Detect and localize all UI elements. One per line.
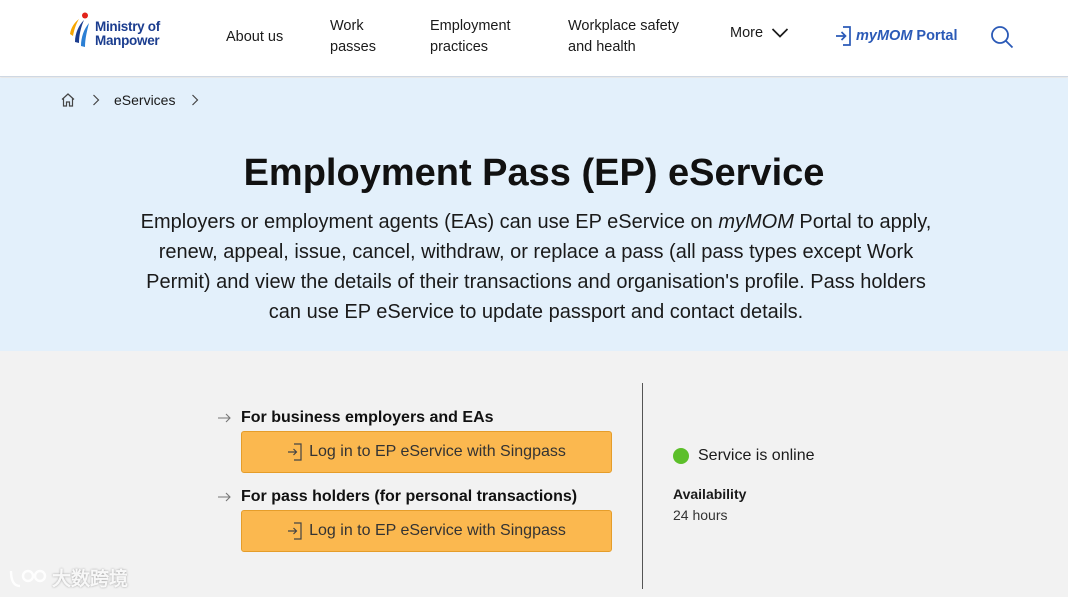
login-icon xyxy=(288,443,302,461)
portal-brand: myMOM xyxy=(856,28,913,44)
employers-label-text: For business employers and EAs xyxy=(241,409,494,426)
status-online-icon xyxy=(673,448,689,464)
nav-more-dropdown[interactable]: More xyxy=(730,25,789,41)
arrow-right-icon xyxy=(218,492,231,502)
nav-work-passes-line-2: passes xyxy=(330,39,376,55)
breadcrumb-eservices[interactable]: eServices xyxy=(114,92,175,108)
login-icon xyxy=(836,26,851,46)
nav-employment-line-2: practices xyxy=(430,39,489,55)
watermark: 大数跨境 xyxy=(8,564,128,591)
nav-employment-line-1: Employment xyxy=(430,18,511,34)
holders-singpass-login-button[interactable]: Log in to EP eService with Singpass xyxy=(241,510,612,552)
holders-label-text: For pass holders (for personal transacti… xyxy=(241,488,578,505)
search-button[interactable] xyxy=(990,25,1014,54)
portal-label: Portal xyxy=(916,28,958,44)
watermark-text: 大数跨境 xyxy=(52,569,129,590)
chevron-right-icon xyxy=(192,94,199,106)
arrow-right-icon xyxy=(218,413,231,423)
nav-about-us[interactable]: About us xyxy=(226,27,283,48)
availability-label: Availability xyxy=(673,486,747,502)
nav-safety-line-1: Workplace safety xyxy=(568,18,679,34)
nav-workplace-safety[interactable]: Workplace safety and health xyxy=(568,16,679,58)
vertical-divider xyxy=(642,383,643,589)
mom-emblem-icon xyxy=(70,12,89,47)
mymom-portal-link[interactable]: myMOM Portal xyxy=(834,25,958,47)
login-section: For business employers and EAs Log in to… xyxy=(0,351,1068,597)
nav-employment-practices[interactable]: Employment practices xyxy=(430,16,511,58)
page-description: Employers or employment agents (EAs) can… xyxy=(130,207,942,327)
chevron-down-icon xyxy=(771,28,789,38)
page-title: Employment Pass (EP) eService xyxy=(243,152,825,194)
breadcrumb: eServices xyxy=(60,92,213,108)
mom-logo[interactable]: Ministry of Manpower xyxy=(66,12,160,52)
watermark-logo-icon xyxy=(9,569,47,587)
nav-about-us-label: About us xyxy=(226,29,284,45)
nav-safety-line-2: and health xyxy=(568,39,636,55)
description-brand: myMOM xyxy=(718,211,794,233)
logo-line-1: Ministry of xyxy=(95,19,160,34)
employers-group-label: For business employers and EAs xyxy=(218,409,494,427)
nav-more-label: More xyxy=(730,25,764,41)
site-header: Ministry of Manpower About us Work passe… xyxy=(0,0,1068,77)
search-icon xyxy=(991,26,1014,49)
description-part-1: Employers or employment agents (EAs) can… xyxy=(140,211,719,233)
service-status-text: Service is online xyxy=(698,447,815,464)
employers-button-label: Log in to EP eService with Singpass xyxy=(309,443,566,460)
availability-value: 24 hours xyxy=(673,507,728,523)
employers-singpass-login-button[interactable]: Log in to EP eService with Singpass xyxy=(241,431,612,473)
holders-group-label: For pass holders (for personal transacti… xyxy=(218,488,577,506)
home-icon[interactable] xyxy=(60,92,76,108)
chevron-right-icon xyxy=(93,94,100,106)
login-icon xyxy=(288,522,302,540)
hero-banner: eServices Employment Pass (EP) eService … xyxy=(0,78,1068,351)
holders-button-label: Log in to EP eService with Singpass xyxy=(309,522,566,539)
nav-work-passes-line-1: Work xyxy=(330,18,364,34)
logo-line-2: Manpower xyxy=(95,33,160,48)
service-status: Service is online xyxy=(673,447,815,465)
nav-work-passes[interactable]: Work passes xyxy=(330,16,376,58)
